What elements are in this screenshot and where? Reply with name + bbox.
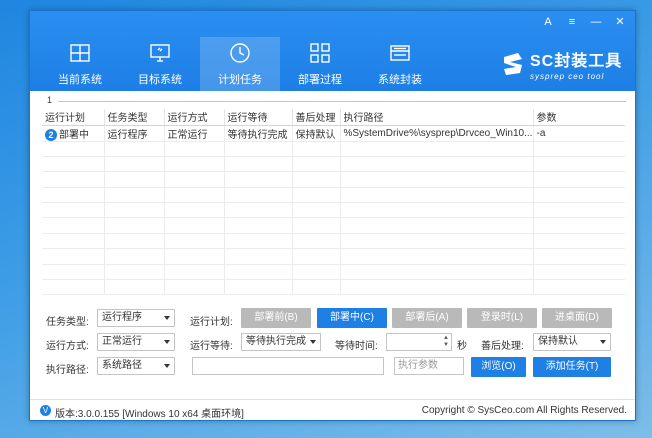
column-header[interactable]: 善后处理: [292, 109, 341, 126]
main-nav: 当前系统 目标系统 计划任务 部署过程 系统封装: [40, 37, 440, 91]
chevron-down-icon: [164, 316, 170, 320]
table-cell: -a: [533, 125, 625, 142]
run-wait-label: 运行等待:: [190, 341, 233, 352]
after-process-label: 善后处理:: [481, 341, 524, 352]
tab-system-package[interactable]: 系统封装: [360, 37, 440, 91]
cell-text: 部署中: [59, 129, 89, 141]
table-cell: 正常运行: [164, 125, 225, 142]
tab-label: 系统封装: [378, 74, 422, 86]
grid-icon: [310, 43, 330, 63]
exec-path-select[interactable]: 系统路径: [97, 357, 175, 375]
divider: [58, 101, 626, 102]
stepper-arrows-icon[interactable]: ▲ ▼: [443, 335, 449, 349]
exec-path-label: 执行路径:: [46, 365, 89, 376]
column-header[interactable]: 运行等待: [224, 109, 293, 126]
wait-time-label: 等待时间:: [335, 341, 378, 352]
monitor-icon: [150, 44, 170, 62]
select-value: 保持默认: [538, 336, 578, 347]
chevron-down-icon: [600, 340, 606, 344]
table-row: [42, 202, 625, 219]
chevron-down-icon: [164, 364, 170, 368]
drive-icon: [390, 45, 410, 61]
table-cell: %SystemDrive%\sysprep\Drvceo_Win10...: [340, 125, 534, 142]
logo-title: SC封装工具: [530, 53, 623, 70]
select-value: 系统路径: [102, 360, 142, 371]
column-header[interactable]: 参数: [533, 109, 625, 126]
plan-desktop-button[interactable]: 进桌面(D): [542, 308, 612, 328]
copyright-text: Copyright © SysCeo.com All Rights Reserv…: [421, 405, 627, 416]
column-header[interactable]: 任务类型: [104, 109, 165, 126]
add-task-button[interactable]: 添加任务(T): [533, 357, 611, 377]
close-button[interactable]: ✕: [613, 15, 627, 29]
table-cell: 2 部署中: [42, 125, 105, 142]
table-row: [42, 217, 625, 234]
tab-label: 目标系统: [138, 74, 182, 86]
status-bar: V 版本:3.0.0.155 [Windows 10 x64 桌面环境] Cop…: [30, 399, 635, 421]
table-row: [42, 279, 625, 296]
tab-label: 部署过程: [298, 74, 342, 86]
table-cell: 保持默认: [292, 125, 341, 142]
table-row[interactable]: 2 部署中 运行程序 正常运行 等待执行完成 保持默认 %SystemDrive%…: [42, 125, 625, 142]
version-text: 版本:3.0.0.155 [Windows 10 x64 桌面环境]: [55, 409, 244, 420]
column-header[interactable]: 运行方式: [164, 109, 225, 126]
task-type-label: 任务类型:: [46, 317, 89, 328]
task-table: 运行计划 任务类型 运行方式 运行等待 善后处理 执行路径 参数 2 部署中 运行…: [42, 109, 625, 296]
group-header: 1: [40, 95, 626, 106]
tab-current-system[interactable]: 当前系统: [40, 37, 120, 91]
run-mode-select[interactable]: 正常运行: [97, 333, 175, 351]
clock-icon: [230, 43, 250, 63]
wait-time-stepper[interactable]: ▲ ▼: [386, 333, 452, 351]
plan-after-deploy-button[interactable]: 部署后(A): [392, 308, 462, 328]
menu-icon[interactable]: ≡: [565, 15, 579, 29]
browse-button[interactable]: 浏览(O): [471, 357, 526, 377]
params-input[interactable]: 执行参数: [394, 357, 464, 375]
tab-deploy-process[interactable]: 部署过程: [280, 37, 360, 91]
account-icon[interactable]: A: [541, 15, 555, 29]
column-header[interactable]: 执行路径: [340, 109, 534, 126]
window-controls: A ≡ — ✕: [541, 15, 627, 29]
after-process-select[interactable]: 保持默认: [533, 333, 611, 351]
table-header-row: 运行计划 任务类型 运行方式 运行等待 善后处理 执行路径 参数: [42, 109, 625, 126]
app-logo: SC封装工具 sysprep ceo tool: [500, 47, 622, 81]
plan-before-deploy-button[interactable]: 部署前(B): [241, 308, 311, 328]
chevron-down-icon: [164, 340, 170, 344]
chevron-down-icon: [310, 340, 316, 344]
version-icon: V: [40, 405, 51, 416]
table-row: [42, 264, 625, 281]
count-badge: 2: [45, 128, 57, 140]
header-bar: A ≡ — ✕ 当前系统 目标系统 计划任务 部署过程 系统封装 SC封装工具 …: [30, 11, 635, 91]
tab-target-system[interactable]: 目标系统: [120, 37, 200, 91]
table-row: [42, 187, 625, 204]
input-placeholder: 执行参数: [398, 360, 438, 371]
select-value: 运行程序: [102, 312, 142, 323]
table-row: [42, 141, 625, 157]
logo-icon: [504, 53, 522, 75]
group-number: 1: [47, 95, 53, 105]
plan-during-deploy-button[interactable]: 部署中(C): [317, 308, 387, 328]
tab-scheduled-tasks[interactable]: 计划任务: [200, 37, 280, 91]
column-header[interactable]: 运行计划: [42, 109, 105, 126]
windows-icon: [70, 44, 90, 62]
select-value: 等待执行完成: [246, 336, 306, 347]
table-cell: 等待执行完成: [224, 125, 293, 142]
task-type-select[interactable]: 运行程序: [97, 309, 175, 327]
table-row: [42, 248, 625, 265]
select-value: 正常运行: [102, 336, 142, 347]
minimize-button[interactable]: —: [589, 15, 603, 29]
table-row: [42, 156, 625, 173]
path-input[interactable]: [192, 357, 384, 375]
app-window: A ≡ — ✕ 当前系统 目标系统 计划任务 部署过程 系统封装 SC封装工具 …: [29, 10, 636, 421]
table-row: [42, 233, 625, 250]
table-row: [42, 171, 625, 188]
run-wait-select[interactable]: 等待执行完成: [241, 333, 321, 351]
tab-label: 当前系统: [58, 74, 102, 86]
run-mode-label: 运行方式:: [46, 341, 89, 352]
logo-subtitle: sysprep ceo tool: [530, 72, 605, 81]
table-cell: 运行程序: [104, 125, 165, 142]
plan-login-button[interactable]: 登录时(L): [467, 308, 537, 328]
run-plan-label: 运行计划:: [190, 317, 233, 328]
seconds-label: 秒: [457, 341, 467, 352]
tab-label: 计划任务: [218, 74, 262, 86]
